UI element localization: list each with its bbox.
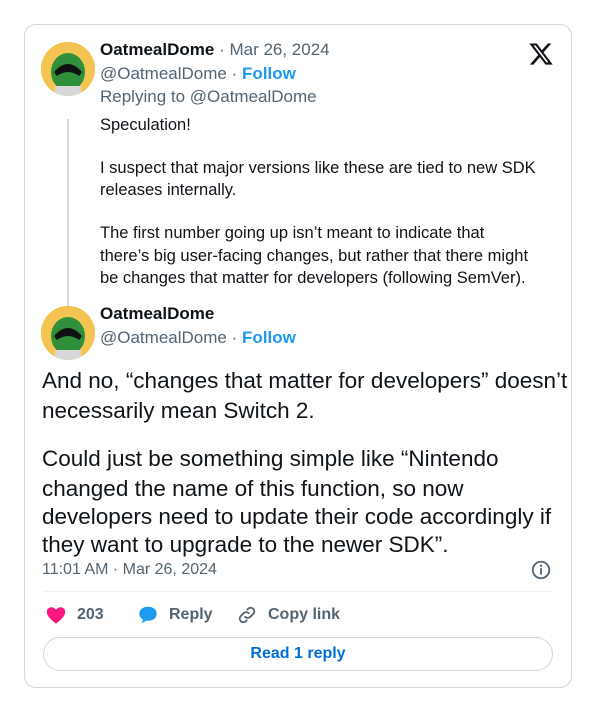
divider <box>43 591 553 592</box>
author-handle[interactable]: @OatmealDome <box>100 64 227 83</box>
reply-bubble-icon <box>139 606 157 624</box>
tweet-text-line: releases internally. <box>100 181 237 199</box>
reply-label: Reply <box>169 606 213 623</box>
author-name[interactable]: OatmealDome <box>100 40 214 59</box>
avatar[interactable] <box>41 42 95 96</box>
tweet-timestamp[interactable]: 11:01 AM · Mar 26, 2024 <box>42 559 217 581</box>
author-name[interactable]: OatmealDome <box>100 304 214 323</box>
tweet-text-line: I suspect that major versions like these… <box>100 159 536 177</box>
tweet-text-line: Could just be something simple like “Nin… <box>42 446 499 471</box>
reply-button[interactable]: Reply <box>137 603 213 627</box>
tweet-text-line: be changes that matter for developers (f… <box>100 269 526 287</box>
heart-icon <box>46 607 66 624</box>
tweet-text-line: Speculation! <box>100 116 191 134</box>
tweet-text-line: changed the name of this function, so no… <box>42 476 464 501</box>
tweet-text-line: there’s big user-facing changes, but rat… <box>100 247 529 265</box>
separator-dot: · <box>231 64 238 83</box>
tweet-text-line: necessarily mean Switch 2. <box>42 398 315 423</box>
avatar[interactable] <box>41 306 95 360</box>
like-count: 203 <box>77 606 104 623</box>
info-icon[interactable] <box>530 559 552 581</box>
link-icon <box>238 606 256 624</box>
tweet-text-line: developers need to update their code acc… <box>42 504 552 529</box>
read-reply-button[interactable]: Read 1 reply <box>43 637 553 671</box>
tweet-card: OatmealDome · Mar 26, 2024 @OatmealDome … <box>24 24 572 688</box>
author-handle[interactable]: @OatmealDome <box>100 328 227 347</box>
copy-link-button[interactable]: Copy link <box>236 603 340 627</box>
tweet-text-line: The first number going up isn’t meant to… <box>100 224 485 242</box>
follow-button[interactable]: Follow <box>242 328 296 347</box>
like-button[interactable]: 203 <box>45 603 104 627</box>
tweet-date[interactable]: · Mar 26, 2024 <box>219 40 330 59</box>
thread-line <box>67 119 69 316</box>
replying-to[interactable]: Replying to @OatmealDome <box>100 86 317 108</box>
follow-button[interactable]: Follow <box>242 64 296 83</box>
copy-link-label: Copy link <box>268 606 341 623</box>
separator-dot: · <box>231 328 238 347</box>
tweet-text-line: they want to upgrade to the newer SDK”. <box>42 532 449 557</box>
tweet-text-line: And no, “changes that matter for develop… <box>42 368 568 393</box>
x-logo-icon[interactable] <box>526 41 556 67</box>
